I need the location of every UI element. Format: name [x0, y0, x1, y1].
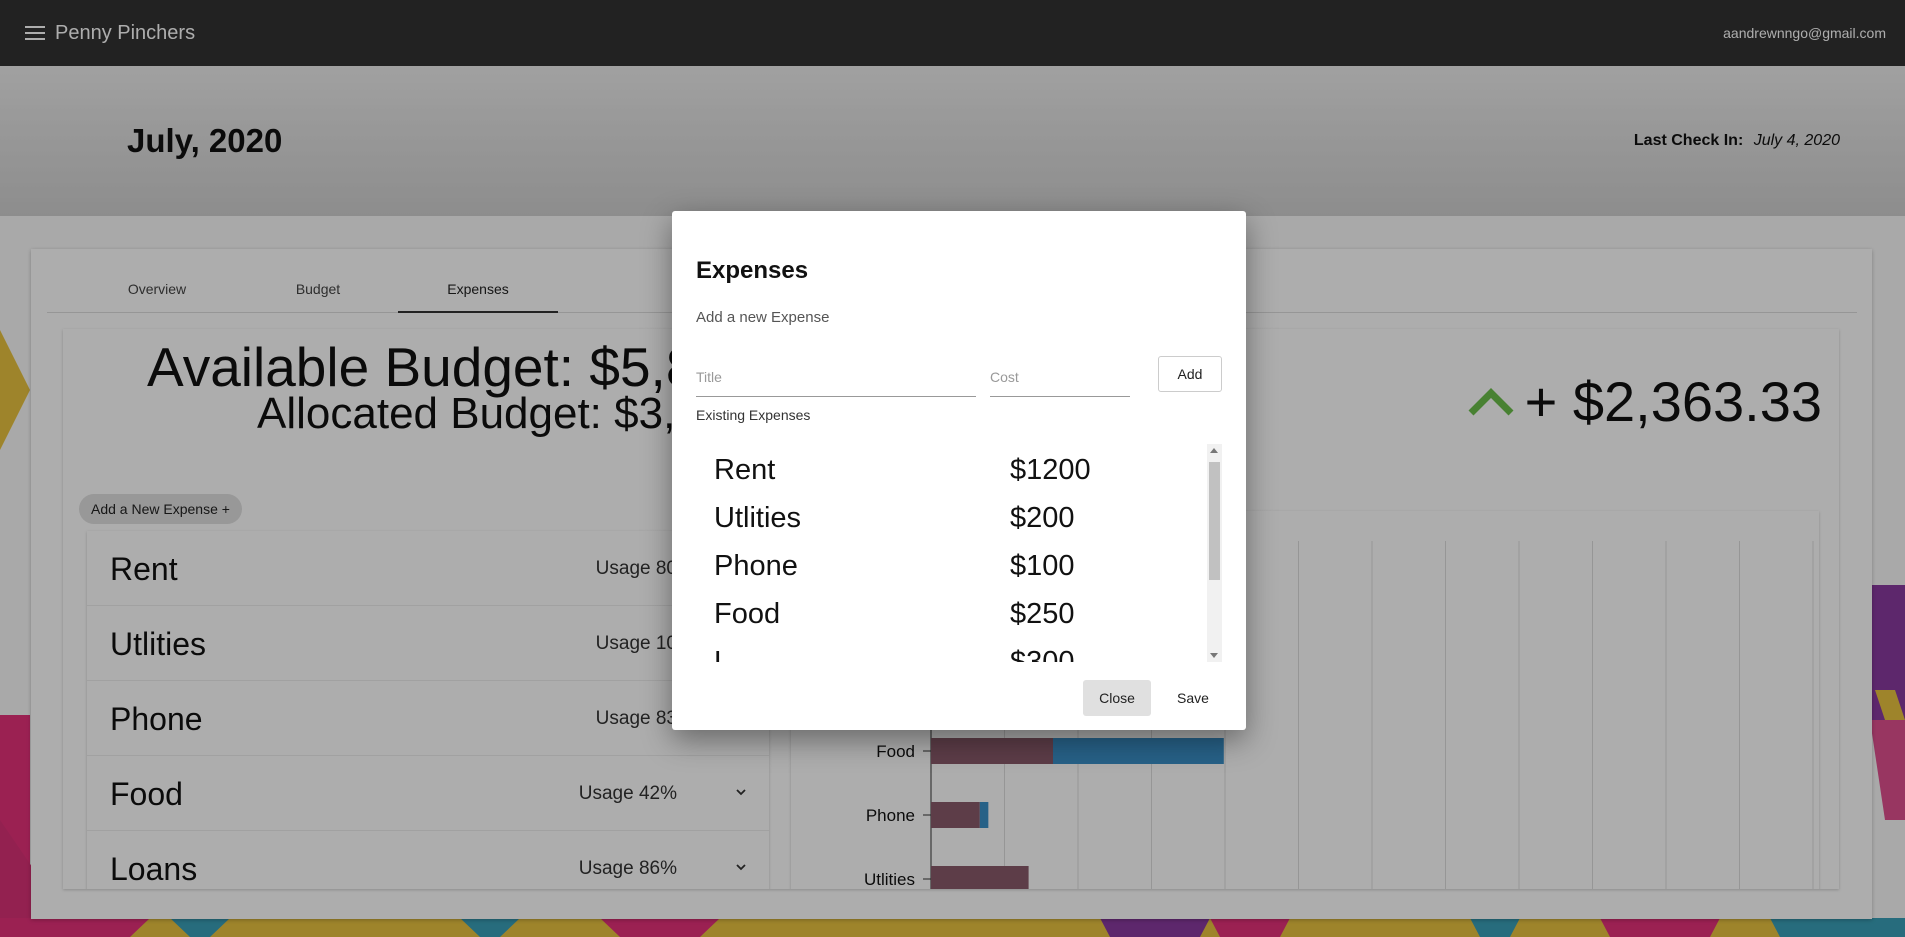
title-input[interactable] [696, 369, 976, 385]
expense-cost: $200 [1010, 502, 1075, 534]
dialog-subtitle: Add a new Expense [696, 309, 830, 326]
scroll-up-icon[interactable] [1210, 448, 1218, 453]
expense-cost: $100 [1010, 550, 1075, 582]
expense-title: Rent [714, 454, 776, 486]
list-item: Food $250 [714, 598, 1194, 631]
list-item: Rent $1200 [714, 454, 1194, 487]
dialog-title: Expenses [696, 257, 809, 284]
existing-expenses-label: Existing Expenses [696, 407, 811, 423]
add-button[interactable]: Add [1158, 356, 1222, 392]
expense-cost: $250 [1010, 598, 1075, 630]
save-button[interactable]: Save [1161, 680, 1225, 716]
expense-cost: $300 [1010, 646, 1075, 662]
scrollbar[interactable] [1207, 444, 1222, 662]
expense-title: Utlities [714, 502, 802, 534]
close-button[interactable]: Close [1083, 680, 1151, 716]
scroll-thumb[interactable] [1209, 462, 1220, 580]
list-item: L $300 [714, 646, 1194, 662]
existing-expenses-list[interactable]: Rent $1200 Utlities $200 Phone $100 Food… [696, 444, 1222, 662]
expenses-dialog: Expenses Add a new Expense Add Existing … [672, 211, 1246, 730]
list-item: Phone $100 [714, 550, 1194, 583]
list-item: Utlities $200 [714, 502, 1194, 535]
scroll-down-icon[interactable] [1210, 653, 1218, 658]
cost-field[interactable] [990, 351, 1130, 397]
cost-input[interactable] [990, 369, 1130, 385]
expense-title: L [714, 646, 731, 662]
title-field[interactable] [696, 351, 976, 397]
expense-title: Phone [714, 550, 798, 582]
expense-title: Food [714, 598, 781, 630]
expense-cost: $1200 [1010, 454, 1091, 486]
